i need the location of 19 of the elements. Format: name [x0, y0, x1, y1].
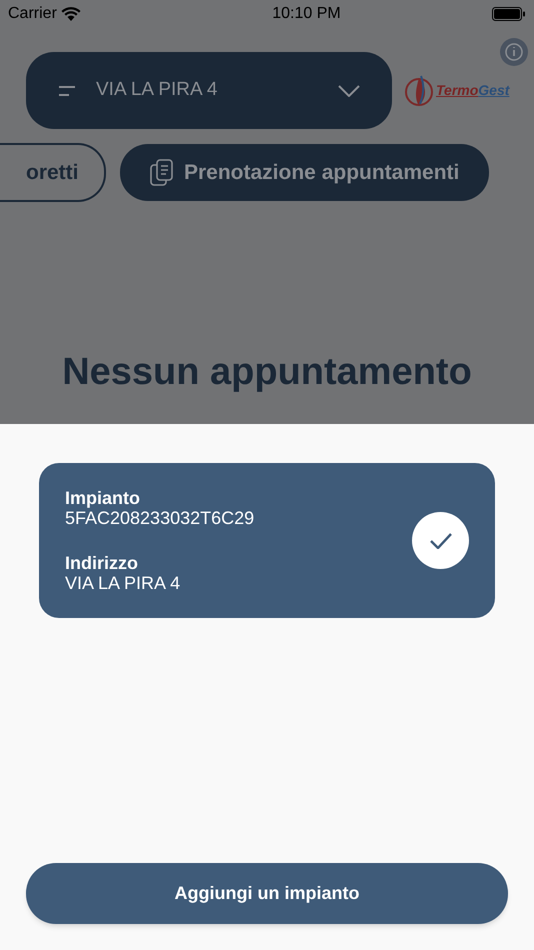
tab[interactable]: Prenotazione appuntamenti — [120, 144, 490, 201]
tab[interactable]: oretti — [0, 143, 106, 202]
plant-address: VIA LA PIRA 4 — [65, 573, 182, 593]
plant-card[interactable]: Impianto 5FAC208233032T6C29 Indirizzo VIA LA PIRA 4 — [39, 463, 495, 618]
documents-icon — [150, 158, 174, 186]
chevron-down-icon — [338, 84, 360, 96]
checkmark-icon — [430, 532, 452, 548]
carrier-label: Carrier — [8, 4, 57, 24]
address-dropdown[interactable]: VIA LA PIRA 4 — [26, 52, 392, 129]
menu-icon — [58, 84, 76, 96]
empty-state-title: Nessun appuntamento — [61, 350, 473, 395]
plant-label: Impianto — [65, 488, 141, 508]
add-plant-button[interactable]: Aggiungi un impianto — [26, 863, 508, 924]
wifi-icon — [60, 7, 81, 21]
battery-icon — [492, 7, 526, 21]
brand-logo: TermoGest — [404, 74, 510, 108]
address-label: Indirizzo — [65, 553, 139, 573]
clock-time: 10:10 PM — [272, 4, 341, 24]
plant-code: 5FAC208233032T6C29 — [65, 508, 256, 528]
